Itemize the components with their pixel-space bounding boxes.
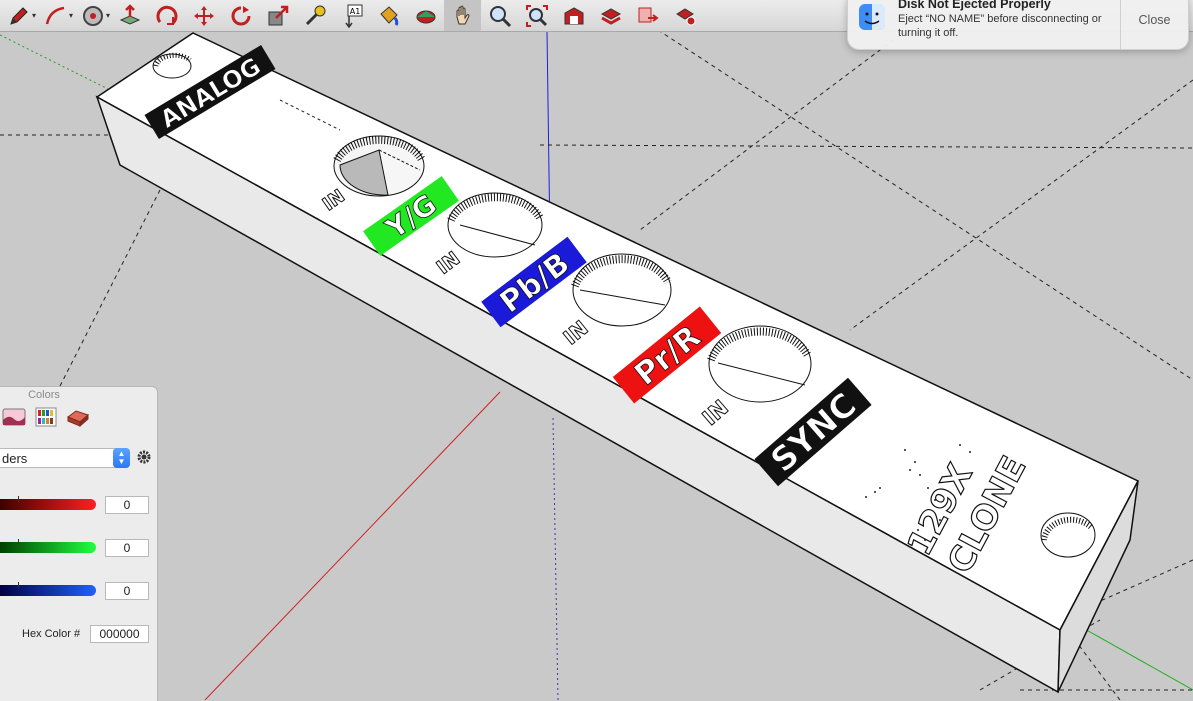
extension-manager-icon xyxy=(675,7,695,25)
offset-icon xyxy=(82,5,103,26)
zoom-extents-tool[interactable] xyxy=(518,0,555,31)
push-pull-tool[interactable] xyxy=(111,0,148,31)
zoom-extents-icon xyxy=(525,4,548,27)
warehouse-icon xyxy=(564,6,583,24)
red-value-field[interactable]: 0 xyxy=(105,496,149,514)
share-model-icon xyxy=(638,7,659,22)
rotate-tool[interactable] xyxy=(148,0,185,31)
color-mode-stepper[interactable]: ▲ ▼ xyxy=(113,448,130,468)
orbit-tool[interactable] xyxy=(407,0,444,31)
zoom-icon xyxy=(489,5,511,27)
chevron-down-icon[interactable]: ▾ xyxy=(106,11,110,20)
extension-warehouse-tool[interactable] xyxy=(592,0,629,31)
scale-icon xyxy=(268,5,288,25)
chevron-down-icon[interactable]: ▾ xyxy=(32,11,36,20)
jack-hole-prr xyxy=(571,253,672,327)
arc-tool[interactable]: ▾ xyxy=(37,0,74,31)
screw-hole-left xyxy=(152,52,192,79)
share-model-tool[interactable] xyxy=(629,0,666,31)
follow-me-tool[interactable] xyxy=(222,0,259,31)
text-icon: A1 xyxy=(344,4,362,28)
finder-icon xyxy=(859,4,885,30)
blue-axis-dashed xyxy=(552,417,559,700)
green-value-field[interactable]: 0 xyxy=(105,539,149,557)
material-brick-icon[interactable] xyxy=(66,407,90,427)
image-palette-icon[interactable] xyxy=(2,407,26,427)
gear-icon[interactable] xyxy=(137,450,151,464)
notification-close-button[interactable]: Close xyxy=(1121,0,1188,49)
colors-panel: Colors ders ▲ ▼ 0 0 0 Hex Color # 000000 xyxy=(0,386,158,701)
notification-title: Disk Not Ejected Properly xyxy=(898,0,1051,11)
blue-slider[interactable] xyxy=(0,585,96,596)
tape-measure-icon xyxy=(305,5,325,25)
pencil-tool[interactable]: ▾ xyxy=(0,0,37,31)
crayon-palette-icon[interactable] xyxy=(34,407,58,427)
colors-panel-title: Colors xyxy=(28,389,60,401)
jack-hole-yg xyxy=(333,135,426,197)
red-slider[interactable] xyxy=(0,499,96,510)
red-slider-thumb[interactable] xyxy=(18,496,19,502)
green-axis-dashed xyxy=(0,34,121,96)
colors-panel-toolbar xyxy=(0,403,157,431)
pencil-icon xyxy=(9,6,28,25)
text-tool[interactable]: A1 xyxy=(333,0,370,31)
paint-bucket-tool[interactable] xyxy=(370,0,407,31)
move-tool[interactable] xyxy=(185,0,222,31)
chevron-down-icon[interactable]: ▾ xyxy=(69,11,73,20)
extension-warehouse-icon xyxy=(600,7,621,25)
scene-canvas[interactable]: ANALOG Y/G Pb/B Pr/R SYNC IN IN IN IN 12… xyxy=(0,0,1193,700)
tape-measure-tool[interactable] xyxy=(296,0,333,31)
green-slider-thumb[interactable] xyxy=(18,539,19,545)
blue-slider-thumb[interactable] xyxy=(18,582,19,588)
offset-tool[interactable]: ▾ xyxy=(74,0,111,31)
arc-icon xyxy=(45,6,64,24)
jack-hole-sync xyxy=(707,325,812,403)
hex-color-field[interactable]: 000000 xyxy=(90,625,149,643)
orbit-icon xyxy=(416,10,435,23)
text-tool-label: A1 xyxy=(349,7,360,16)
scale-tool[interactable] xyxy=(259,0,296,31)
notification-body: Eject “NO NAME” before disconnecting or … xyxy=(898,13,1102,39)
warehouse-tool[interactable] xyxy=(555,0,592,31)
pan-tool[interactable] xyxy=(444,0,481,31)
notification-banner[interactable]: Disk Not Ejected Properly Eject “NO NAME… xyxy=(847,0,1189,50)
green-slider[interactable] xyxy=(0,542,96,553)
jack-hole-pbb xyxy=(447,192,544,258)
push-pull-icon xyxy=(119,3,140,25)
color-mode-select[interactable]: ders ▲ ▼ xyxy=(0,448,130,468)
blue-value-field[interactable]: 0 xyxy=(105,582,149,600)
rotate-icon xyxy=(156,5,177,25)
color-mode-value: ders xyxy=(2,451,28,466)
move-icon xyxy=(193,5,214,26)
pan-icon xyxy=(456,5,470,24)
follow-me-icon xyxy=(231,5,250,25)
extension-manager-tool[interactable] xyxy=(666,0,703,31)
paint-bucket-icon xyxy=(379,5,398,26)
red-axis xyxy=(204,391,501,700)
model-viewport[interactable]: ANALOG Y/G Pb/B Pr/R SYNC IN IN IN IN 12… xyxy=(0,0,1193,700)
hex-color-label: Hex Color # xyxy=(22,628,81,640)
screw-hole-right xyxy=(1040,512,1096,558)
zoom-tool[interactable] xyxy=(481,0,518,31)
